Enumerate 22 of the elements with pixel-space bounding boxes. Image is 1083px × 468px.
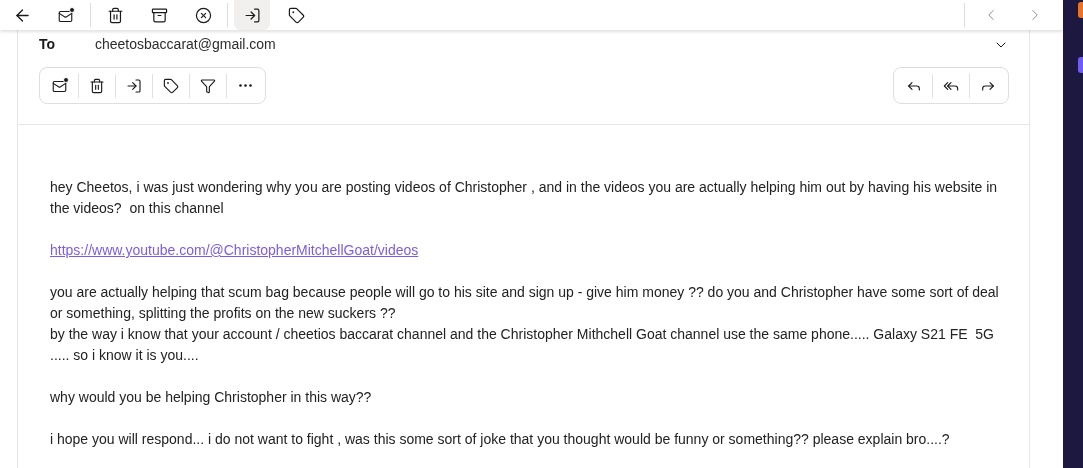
- to-label: To: [39, 35, 57, 54]
- arrow-into-box-icon: [126, 77, 142, 94]
- unread-mail-icon: [51, 77, 69, 94]
- more-icon: [238, 84, 252, 87]
- funnel-icon: [200, 77, 216, 94]
- message-paragraph: hey Cheetos, i was just wondering why you are posting videos of Christopher , and in the videos you are actually helping him out by having his website in the videos? on this channel: [50, 178, 999, 218]
- tag-icon: [163, 77, 179, 94]
- message-paragraph: by the way i know that your account / cheetios baccarat channel and the Christopher Mithchell Goat channel use the same phone..... Galaxy S21 FE 5G ..... so i know it is you....: [50, 325, 995, 365]
- circled-x-icon: [194, 6, 212, 24]
- trash-icon: [89, 77, 105, 94]
- recipient-address: cheetosbaccarat@gmail.com: [95, 35, 276, 54]
- app-icon[interactable]: [1078, 2, 1083, 18]
- arrow-into-box-icon: [243, 6, 261, 24]
- message-paragraph: i hope you will respond... i do not want to fight , was this some sort of joke that you thought would be funny or something?? please explain bro....?: [50, 430, 951, 449]
- trash-icon: [106, 6, 124, 24]
- video-link[interactable]: https://www.youtube.com/@ChristopherMitchellGoat/videos: [50, 242, 419, 258]
- toolbar-button[interactable]: [234, 0, 270, 30]
- message-paragraph: why would you be helping Christopher in this way??: [50, 388, 373, 407]
- unread-mail-icon: [57, 6, 75, 24]
- message-paragraph: you are actually helping that scum bag because people will go to his site and sign up - give him money ?? do you and Christopher have some sort of deal or something, splitting the profits on the new suckers ??: [50, 283, 1000, 323]
- archive-box-icon: [150, 6, 168, 24]
- tag-icon: [287, 6, 305, 24]
